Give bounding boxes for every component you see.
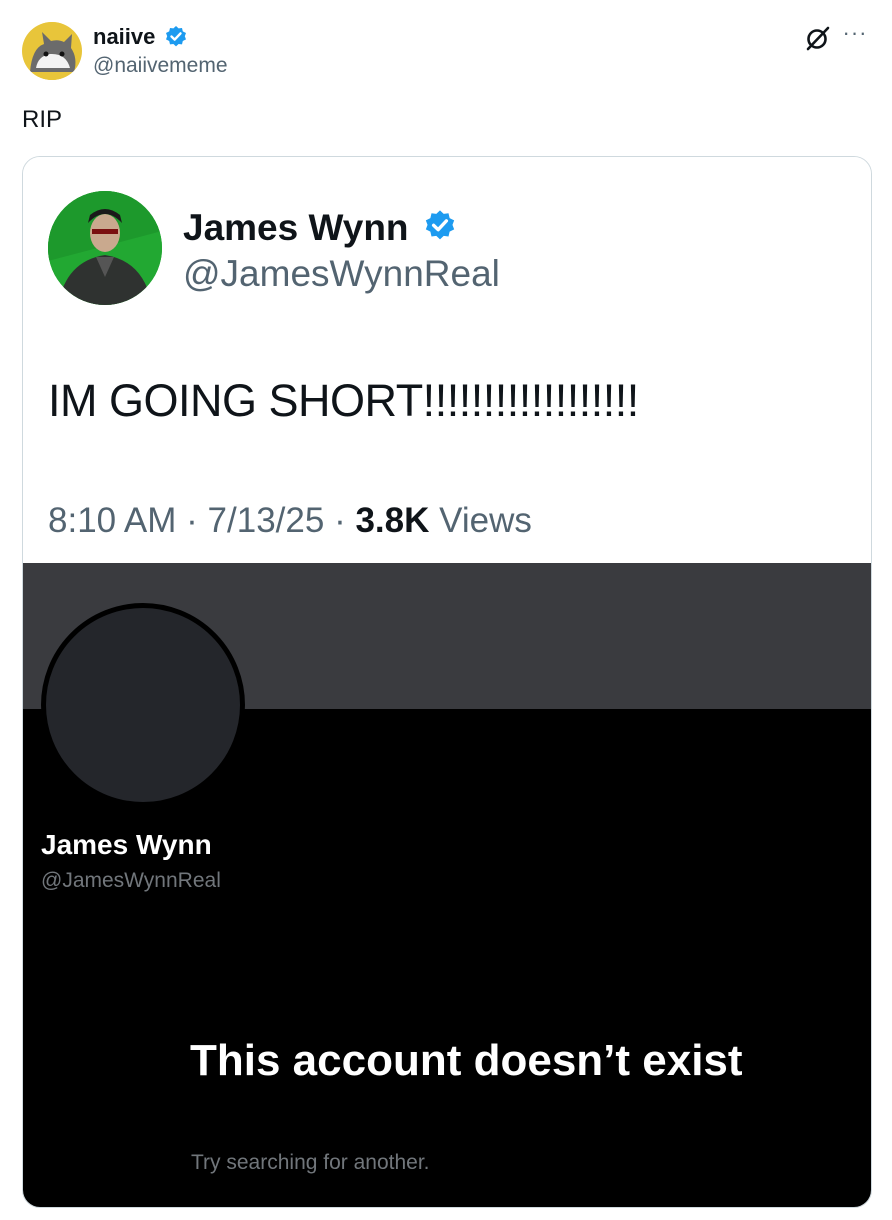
author-name[interactable]: naiive [93,24,155,50]
quoted-tweet-meta: 8:10 AM · 7/13/25 · 3.8K Views [48,501,532,541]
post-text: RIP [22,106,63,133]
verified-badge-icon [164,25,188,49]
author-avatar[interactable] [22,22,82,80]
tweet-time: 8:10 AM [48,501,177,540]
meta-separator: · [334,501,356,540]
quoted-author-name: James Wynn [183,207,409,248]
author-handle[interactable]: @naiivememe [93,54,228,78]
meta-separator: · [186,501,208,540]
profile-avatar-placeholder [41,603,245,807]
verified-badge-icon [423,209,457,243]
quoted-tweet-text: IM GOING SHORT!!!!!!!!!!!!!!!!!! [48,375,639,426]
account-not-exist-subtitle: Try searching for another. [191,1151,430,1174]
grok-icon[interactable] [804,24,832,52]
views-label: Views [439,501,532,540]
quoted-author-handle: @JamesWynnReal [183,253,500,294]
profile-name: James Wynn [41,829,212,860]
views-count: 3.8K [355,501,430,540]
profile-handle: @JamesWynnReal [41,869,221,892]
tweet-date: 7/13/25 [207,501,325,540]
quoted-media-card[interactable]: James Wynn @JamesWynnReal IM GOING SHORT… [22,156,872,1208]
quoted-author-avatar [48,191,162,305]
account-not-exist-title: This account doesn’t exist [190,1036,743,1085]
post-header: naiive @naiivememe ··· [22,20,872,82]
more-icon[interactable]: ··· [840,22,870,50]
quoted-tweet-screenshot: James Wynn @JamesWynnReal IM GOING SHORT… [23,157,871,563]
